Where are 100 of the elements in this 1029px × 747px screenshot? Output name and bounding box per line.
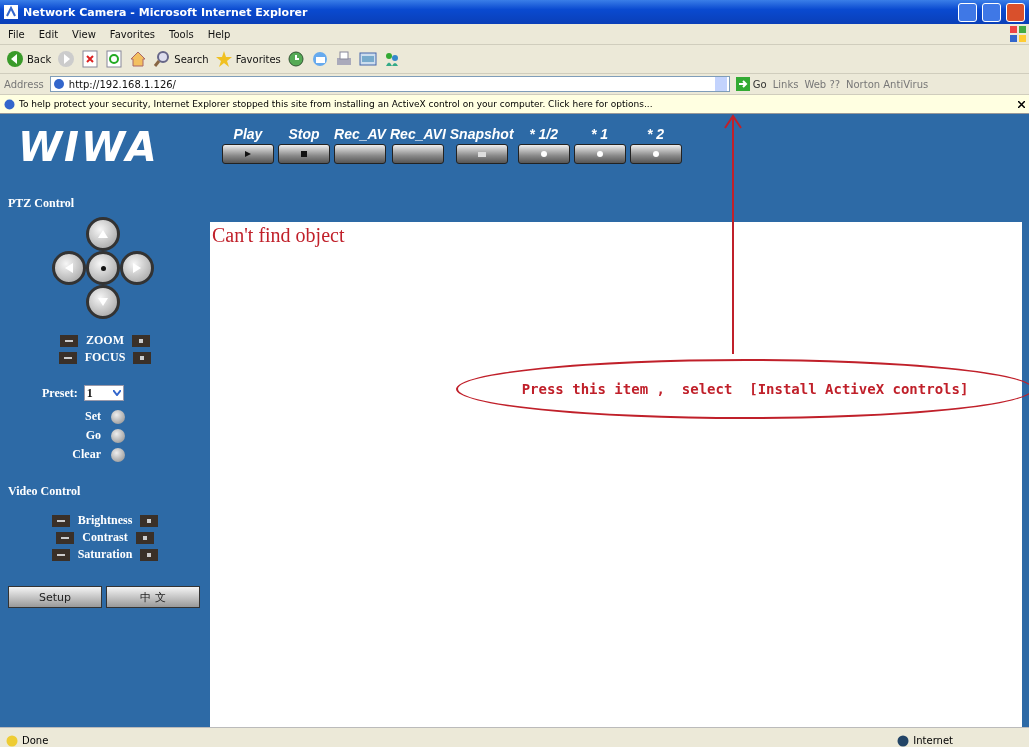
home-icon xyxy=(129,50,148,68)
video-button[interactable] xyxy=(573,144,626,164)
video-button[interactable] xyxy=(391,144,444,164)
plus-button[interactable] xyxy=(133,351,152,364)
dot-icon xyxy=(596,151,603,157)
video-button[interactable] xyxy=(629,144,682,164)
address-field[interactable]: http://192.168.1.126/ xyxy=(49,76,730,92)
video-button[interactable] xyxy=(334,144,386,164)
links-item[interactable]: Web ?? xyxy=(804,78,840,90)
close-button[interactable] xyxy=(1006,2,1025,22)
menu-item[interactable]: Favorites xyxy=(109,28,155,40)
control-label: Contrast xyxy=(82,530,128,545)
windows-logo-icon xyxy=(1009,25,1027,43)
video-button-label: Stop xyxy=(288,126,320,142)
minus-icon xyxy=(65,339,73,342)
history-icon xyxy=(286,50,305,68)
search-icon xyxy=(153,50,172,68)
menu-item[interactable]: Help xyxy=(207,28,231,40)
plus-button[interactable] xyxy=(135,531,154,544)
video-button[interactable] xyxy=(278,144,330,164)
pan-up-button[interactable] xyxy=(86,217,120,251)
menu-item[interactable]: File xyxy=(8,28,25,40)
refresh-button[interactable] xyxy=(105,50,124,68)
center-button[interactable] xyxy=(86,251,120,285)
minimize-button[interactable] xyxy=(958,2,977,22)
video-button[interactable] xyxy=(517,144,570,164)
history-button[interactable] xyxy=(286,50,305,68)
home-button[interactable] xyxy=(129,50,148,68)
close-icon[interactable] xyxy=(1018,100,1025,108)
information-bar-text[interactable]: To help protect your security, Internet Explorer stopped this site from installing an ActiveX control on your computer. Click here for options... xyxy=(19,99,1014,109)
pan-left-button[interactable] xyxy=(52,251,86,285)
page-button[interactable]: Setup xyxy=(8,586,102,608)
restore-button[interactable] xyxy=(982,2,1001,22)
round-button[interactable] xyxy=(111,428,125,443)
menu-item[interactable]: Edit xyxy=(38,28,59,40)
video-button-label: * 1 xyxy=(591,126,609,142)
search-button[interactable]: Search xyxy=(153,50,209,68)
section-title: Video Control xyxy=(7,483,82,499)
video-button[interactable] xyxy=(455,144,508,164)
stop-button[interactable] xyxy=(81,50,100,68)
minus-button[interactable] xyxy=(51,548,70,561)
error-message: Can't find object xyxy=(212,224,345,246)
video-button-label: Rec_AVI xyxy=(390,126,446,142)
right-arrow-icon xyxy=(133,263,141,273)
round-button[interactable] xyxy=(111,447,125,462)
preset-dropdown[interactable]: 1 xyxy=(83,385,124,401)
minus-button[interactable] xyxy=(58,351,77,364)
back-button[interactable]: Back xyxy=(6,50,52,68)
forward-icon xyxy=(57,50,76,68)
information-bar[interactable]: To help protect your security, Internet Explorer stopped this site from installing an ActiveX control on your computer. Click here for options... xyxy=(0,95,1029,114)
video-button-label: Snapshot xyxy=(449,126,514,142)
page-icon xyxy=(6,734,18,747)
control-label: ZOOM xyxy=(86,333,124,348)
page-icon xyxy=(52,78,65,90)
minus-button[interactable] xyxy=(56,531,75,544)
control-label: FOCUS xyxy=(84,350,126,365)
menu-item[interactable]: View xyxy=(72,28,96,40)
globe-icon xyxy=(897,734,910,747)
status-text: Done xyxy=(22,735,50,746)
menu-item[interactable]: Tools xyxy=(169,28,194,40)
print-icon xyxy=(334,50,353,68)
plus-button[interactable] xyxy=(140,514,159,527)
back-icon xyxy=(6,50,24,68)
page-button[interactable]: 中 文 xyxy=(106,586,200,608)
video-button-label: Rec_AV xyxy=(334,126,386,142)
minus-icon xyxy=(61,536,70,539)
links-label[interactable]: Links xyxy=(772,78,799,90)
print-button[interactable] xyxy=(334,50,353,68)
window-title: Network Camera - Microsoft Internet Explorer xyxy=(23,5,309,19)
go-button[interactable]: Go xyxy=(735,77,767,91)
pan-down-button[interactable] xyxy=(86,285,120,319)
minus-icon xyxy=(56,519,65,522)
dot-icon xyxy=(100,265,106,271)
mail-icon xyxy=(310,50,329,68)
down-arrow-icon xyxy=(98,298,108,306)
video-button-label: * 2 xyxy=(647,126,665,142)
section-title: PTZ Control xyxy=(7,195,76,211)
zone-text: Internet xyxy=(913,735,953,746)
minus-button[interactable] xyxy=(51,514,70,527)
video-button[interactable] xyxy=(222,144,274,164)
control-label: Brightness xyxy=(77,513,133,528)
chevron-down-icon xyxy=(112,390,121,396)
links-item[interactable]: Norton AntiVirus xyxy=(846,78,929,90)
minus-icon xyxy=(56,553,65,556)
favorites-button[interactable]: Favorites xyxy=(214,50,281,68)
up-arrow-icon xyxy=(98,230,108,238)
dot-icon xyxy=(652,151,659,157)
preset-label: Preset: xyxy=(42,385,78,401)
favorites-icon xyxy=(214,50,233,68)
pan-right-button[interactable] xyxy=(120,251,154,285)
preset-action-label: Clear xyxy=(72,447,101,462)
edit-icon xyxy=(358,50,377,68)
minus-button[interactable] xyxy=(60,334,78,347)
stop-icon xyxy=(81,50,100,68)
preset-action-label: Set xyxy=(85,409,101,424)
round-button[interactable] xyxy=(111,409,125,424)
play-icon xyxy=(245,151,251,157)
left-arrow-icon xyxy=(65,263,73,273)
plus-button[interactable] xyxy=(132,334,150,347)
plus-button[interactable] xyxy=(140,548,159,561)
